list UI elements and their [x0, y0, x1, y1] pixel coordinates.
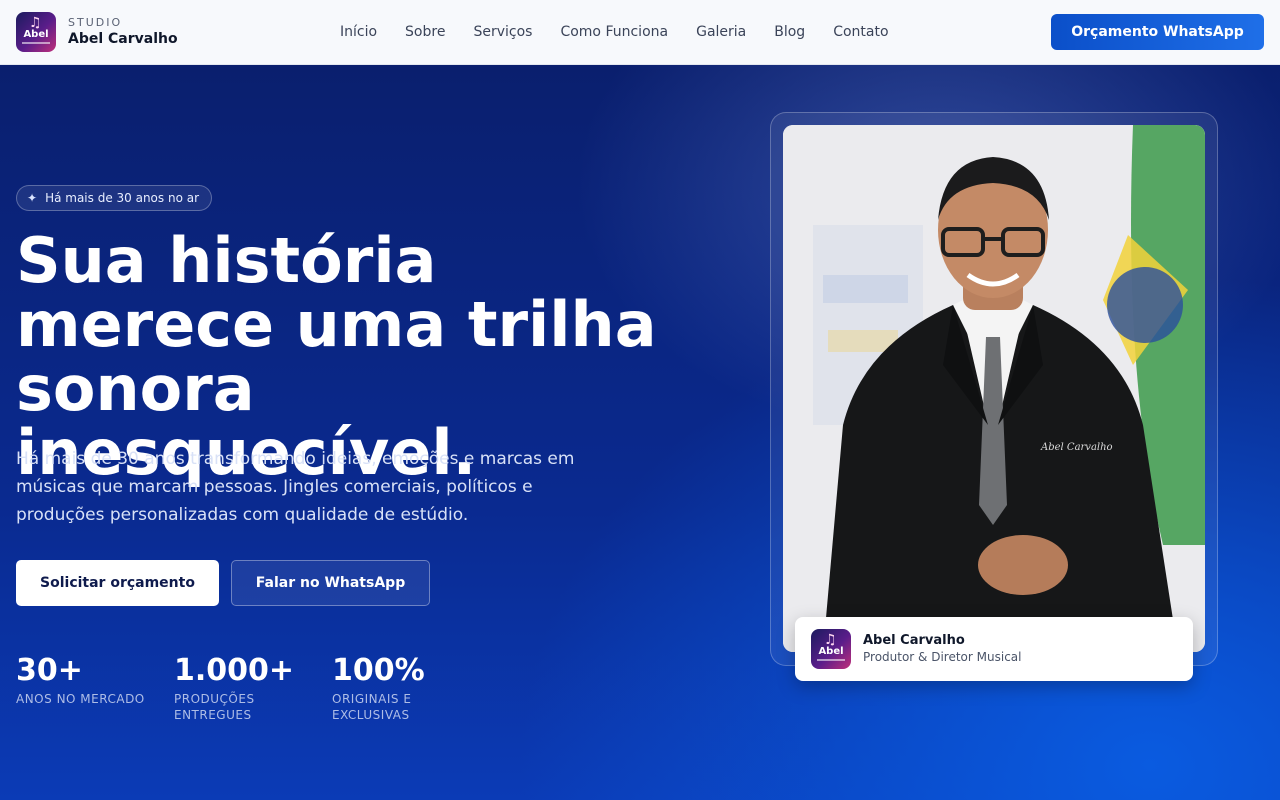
stat-years: 30+ ANOS NO MERCADO — [16, 653, 146, 723]
profile-name: Abel Carvalho — [863, 633, 965, 648]
suit-signature: Abel Carvalho — [1040, 442, 1113, 453]
whatsapp-quote-button[interactable]: Orçamento WhatsApp — [1051, 14, 1264, 50]
stat-label: PRODUÇÕES ENTREGUES — [174, 692, 255, 722]
logo-word: Abel — [818, 646, 844, 657]
site-header: ♫ Abel STUDIO Abel Carvalho Início Sobre… — [0, 0, 1280, 65]
nav-como-funciona[interactable]: Como Funciona — [560, 22, 668, 42]
stat-originals: 100% ORIGINAIS E EXCLUSIVAS — [332, 653, 442, 723]
nav-blog[interactable]: Blog — [774, 22, 805, 42]
stat-label: ANOS NO MERCADO — [16, 692, 145, 706]
stats: 30+ ANOS NO MERCADO 1.000+ PRODUÇÕES ENT… — [16, 653, 470, 723]
experience-badge: ✦ Há mais de 30 anos no ar — [16, 185, 213, 211]
nav-sobre[interactable]: Sobre — [405, 22, 445, 42]
request-quote-button[interactable]: Solicitar orçamento — [16, 560, 219, 606]
nav-contato[interactable]: Contato — [833, 22, 888, 42]
brand[interactable]: ♫ Abel STUDIO Abel Carvalho — [16, 12, 178, 52]
whatsapp-chat-button[interactable]: Falar no WhatsApp — [231, 560, 430, 606]
sparkle-icon: ✦ — [27, 191, 38, 205]
brand-kicker: STUDIO — [68, 15, 123, 29]
logo-icon: ♫ Abel — [16, 12, 56, 52]
nav-servicos[interactable]: Serviços — [473, 22, 532, 42]
main-nav: Início Sobre Serviços Como Funciona Gale… — [340, 22, 917, 42]
stat-value: 100% — [332, 653, 425, 688]
stat-label: ORIGINAIS E EXCLUSIVAS — [332, 692, 412, 722]
experience-badge-text: Há mais de 30 anos no ar — [45, 191, 200, 205]
nav-galeria[interactable]: Galeria — [696, 22, 746, 42]
hero-lead: Há mais de 30 anos transformando ideias,… — [16, 449, 575, 525]
profile-role: Produtor & Diretor Musical — [863, 650, 1022, 664]
profile-caption-card: ♫ Abel Abel Carvalho Produtor & Diretor … — [795, 617, 1193, 681]
stat-productions: 1.000+ PRODUÇÕES ENTREGUES — [174, 653, 304, 723]
brand-name: Abel Carvalho — [68, 30, 178, 47]
stat-value: 1.000+ — [174, 653, 295, 688]
nav-inicio[interactable]: Início — [340, 22, 377, 42]
logo-word: Abel — [23, 29, 49, 40]
profile-photo: Abel Carvalho — [783, 125, 1205, 652]
logo-icon: ♫ Abel — [811, 629, 851, 669]
stat-value: 30+ — [16, 653, 83, 688]
